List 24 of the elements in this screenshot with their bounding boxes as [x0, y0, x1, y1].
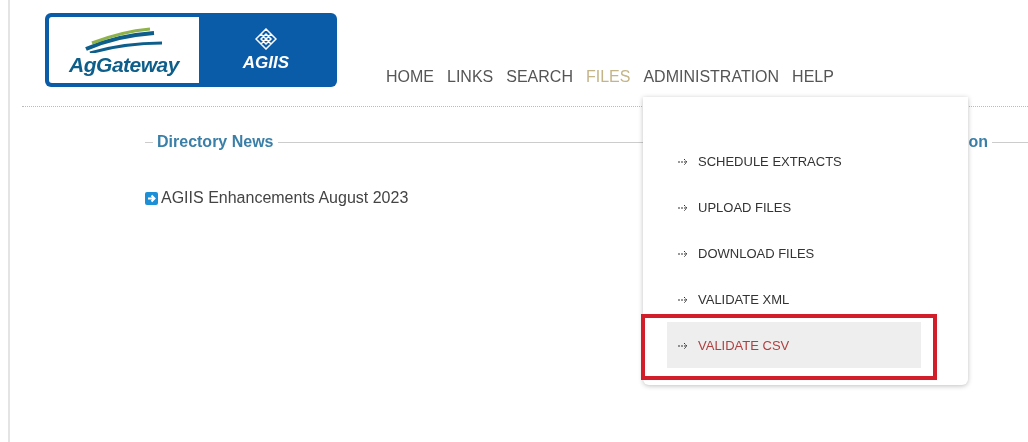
nav-link[interactable]: HOME: [386, 68, 434, 86]
arrow-icon: [677, 341, 690, 349]
menu-item[interactable]: SCHEDULE EXTRACTS: [667, 138, 921, 184]
nav-link[interactable]: LINKS: [447, 68, 494, 86]
section-title: Directory News: [157, 133, 274, 151]
news-link[interactable]: AGIIS Enhancements August 2023: [161, 189, 409, 207]
menu-item[interactable]: DOWNLOAD FILES: [667, 230, 921, 276]
arrow-icon: [677, 249, 690, 257]
menu-item[interactable]: UPLOAD FILES: [667, 184, 921, 230]
arrow-icon: [677, 157, 690, 165]
logo[interactable]: AgGateway AGIIS: [45, 13, 337, 87]
nav-link[interactable]: ADMINISTRATION: [643, 68, 780, 86]
lattice-icon: [255, 27, 277, 50]
arrow-icon: [145, 191, 158, 205]
nav-link[interactable]: HELP: [792, 68, 834, 86]
logo-text: AGIIS: [242, 52, 290, 73]
section-title: on: [968, 133, 988, 151]
arrow-icon: [677, 203, 690, 211]
logo-text: AgGateway: [69, 53, 179, 77]
arrow-icon: [677, 295, 690, 303]
menu-item[interactable]: VALIDATE CSV: [667, 322, 921, 368]
nav-link[interactable]: SEARCH: [506, 68, 573, 86]
menu-item[interactable]: VALIDATE XML: [667, 276, 921, 322]
waves-icon: [84, 27, 164, 53]
